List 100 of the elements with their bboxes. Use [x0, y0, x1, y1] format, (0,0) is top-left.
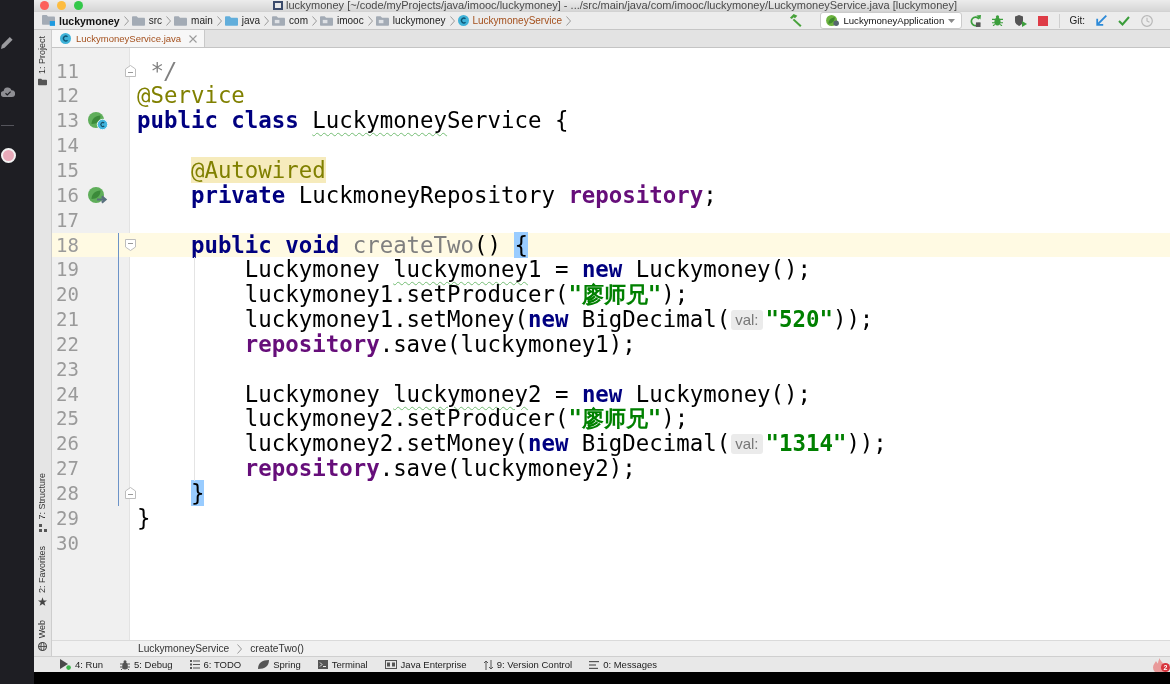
- line-number: 24: [55, 381, 80, 407]
- tool-window-button[interactable]: 2: Favorites: [37, 545, 48, 606]
- window-title: luckymoney [~/code/myProjects/java/imooc/luckymoney] - .../src/main/java/com/imooc/luckymoney/LuckymoneyService.java [luckymoney]: [286, 0, 957, 11]
- leaf-icon: [258, 660, 270, 669]
- tool-window-button[interactable]: 7: Structure: [37, 473, 48, 532]
- bug-icon[interactable]: [992, 15, 1004, 26]
- fold-icon[interactable]: [125, 65, 136, 77]
- zoom-button[interactable]: [74, 1, 83, 10]
- code-line: private LuckmoneyRepository repository;: [190, 182, 717, 208]
- folder-icon: [38, 78, 47, 87]
- close-button[interactable]: [40, 1, 49, 10]
- breadcrumb-item[interactable]: src: [131, 15, 163, 26]
- breadcrumb-item[interactable]: imooc: [320, 15, 364, 26]
- code-line: repository.save(luckymoney2);: [244, 456, 636, 481]
- module-folder-icon: [42, 15, 55, 26]
- chevron-icon: [449, 15, 455, 26]
- tool-window-button[interactable]: Terminal: [317, 659, 368, 670]
- line-number: 30: [55, 530, 80, 556]
- line-number: 18: [55, 232, 80, 258]
- folder-icon: [174, 15, 188, 26]
- code-line: luckymoney2.setProducer("廖师兄");: [244, 406, 689, 432]
- code-line: */: [150, 58, 178, 84]
- line-number: 15: [55, 157, 80, 183]
- code-line: luckymoney1.setMoney(new BigDecimal( val: "520"));: [244, 307, 874, 332]
- star-icon: [38, 596, 47, 606]
- chevron-icon: [237, 643, 243, 654]
- line-number: 22: [55, 331, 80, 357]
- leaf-class-badge-icon[interactable]: [88, 111, 108, 130]
- code-line: public void createTwo() {: [190, 232, 528, 258]
- avatar[interactable]: [1, 148, 16, 163]
- close-icon[interactable]: [189, 34, 198, 43]
- line-number: 26: [55, 431, 80, 457]
- chevron-icon: [566, 15, 571, 26]
- git-label: Git:: [1069, 15, 1085, 26]
- check-icon[interactable]: [1118, 15, 1130, 26]
- leaf-arrow-icon[interactable]: [88, 186, 108, 204]
- bug-icon: [120, 659, 130, 670]
- list-icon: [189, 660, 200, 669]
- tool-window-button[interactable]: Spring: [258, 659, 301, 670]
- run-configuration-dropdown[interactable]: LuckymoneyApplication: [820, 12, 963, 29]
- tool-window-button[interactable]: 5: Debug: [120, 659, 173, 670]
- leaf-icon: [826, 15, 840, 26]
- stop-icon[interactable]: [1038, 15, 1049, 26]
- chevron-icon: [367, 15, 373, 26]
- tool-window-button[interactable]: Web: [37, 619, 48, 651]
- line-number: 27: [55, 456, 80, 481]
- line-number: 21: [55, 307, 80, 332]
- shield-play-icon[interactable]: [1014, 14, 1028, 27]
- breadcrumb-item[interactable]: luckymoney: [42, 14, 120, 27]
- line-number: 19: [55, 257, 80, 283]
- folder-icon: [224, 15, 238, 26]
- play-icon: [60, 659, 71, 670]
- line-number: 25: [55, 406, 80, 432]
- package-folder-icon: [272, 15, 286, 26]
- framed-blocks-icon: [384, 660, 397, 669]
- breadcrumb-item[interactable]: com: [272, 15, 308, 26]
- line-number: 16: [55, 182, 80, 208]
- code-line: Luckymoney luckymoney1 = new Luckymoney();: [244, 257, 812, 283]
- up-down-arrows-icon: [483, 659, 493, 670]
- chevron-icon: [264, 15, 270, 26]
- tool-window-button[interactable]: 4: Run: [60, 659, 103, 670]
- breadcrumb-item[interactable]: luckymoney: [375, 15, 446, 26]
- line-number: 13: [55, 108, 80, 134]
- code-line: }: [137, 505, 151, 531]
- breadcrumb-item[interactable]: createTwo(): [250, 643, 304, 654]
- caret-icon: [948, 18, 956, 23]
- package-folder-icon: [320, 15, 333, 26]
- fold-icon[interactable]: [125, 238, 136, 251]
- cloud-check-icon[interactable]: [1, 87, 15, 97]
- code-line: luckymoney2.setMoney(new BigDecimal( val: "1314"));: [244, 431, 887, 457]
- tool-window-button[interactable]: 9: Version Control: [483, 659, 573, 670]
- down-left-arrow-icon[interactable]: [1096, 15, 1107, 26]
- class-icon: [60, 33, 71, 44]
- chevron-icon: [123, 15, 129, 26]
- chevron-icon: [216, 15, 222, 26]
- pencil-icon[interactable]: [1, 36, 13, 49]
- code-line: Luckymoney luckymoney2 = new Luckymoney();: [244, 381, 812, 407]
- line-number: 29: [55, 505, 80, 531]
- breadcrumb-item[interactable]: LuckymoneyService: [138, 643, 230, 654]
- folder-icon: [131, 15, 145, 26]
- line-number: 14: [55, 133, 80, 158]
- tool-window-button[interactable]: Java Enterprise: [384, 659, 467, 670]
- hammer-icon[interactable]: [789, 14, 803, 27]
- breadcrumb-item[interactable]: main: [174, 15, 213, 26]
- breadcrumb-item[interactable]: java: [224, 15, 261, 26]
- circular-arrow-icon[interactable]: [970, 14, 982, 27]
- line-number: 28: [55, 480, 80, 506]
- chevron-icon: [312, 15, 317, 26]
- editor-tab[interactable]: LuckymoneyService.java: [52, 30, 206, 47]
- fold-icon[interactable]: [125, 487, 136, 500]
- terminal-icon: [317, 660, 328, 669]
- clock-icon[interactable]: [1141, 14, 1153, 27]
- tool-window-button[interactable]: 6: TODO: [189, 659, 242, 670]
- tool-window-button[interactable]: 0: Messages: [589, 659, 657, 670]
- package-folder-icon: [375, 15, 389, 26]
- line-number: 11: [55, 58, 80, 84]
- line-number: 12: [55, 83, 80, 109]
- line-number: 20: [55, 282, 80, 308]
- tool-window-button[interactable]: 1: Project: [37, 36, 48, 87]
- breadcrumb-item[interactable]: LuckymoneyService: [457, 15, 562, 26]
